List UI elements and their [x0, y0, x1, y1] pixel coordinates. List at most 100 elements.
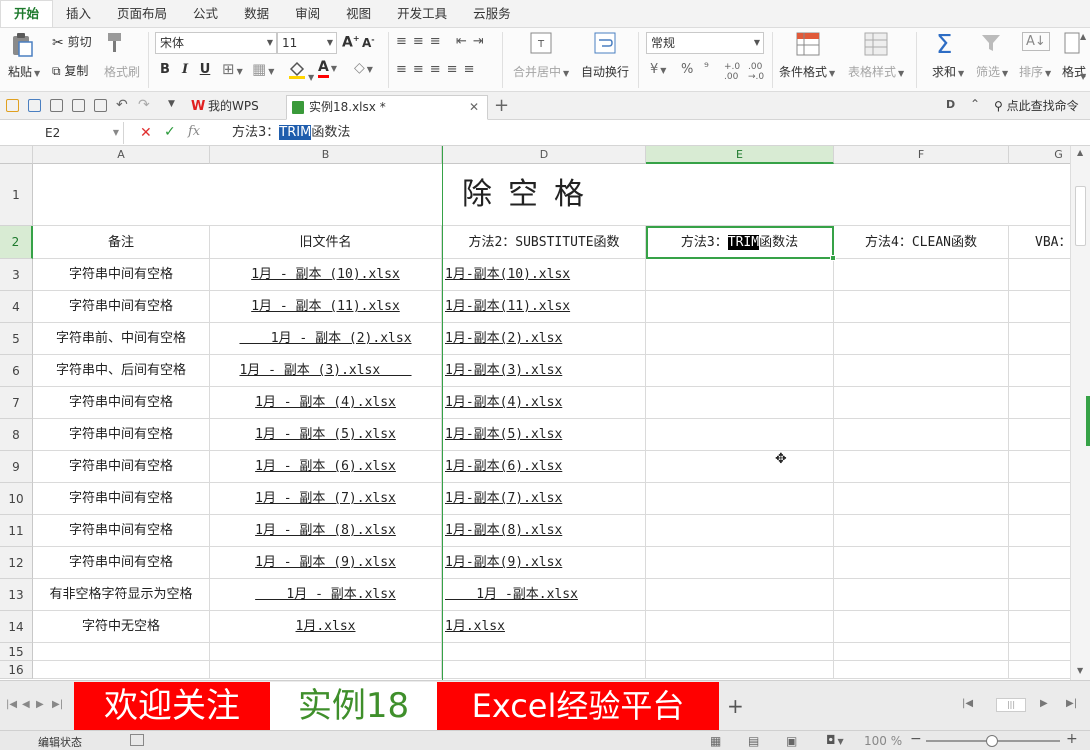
new-tab-icon[interactable]: +: [494, 95, 509, 116]
row-header[interactable]: 10: [0, 483, 33, 515]
cell-b[interactable]: 1月 - 副本 (3).xlsx: [210, 355, 442, 387]
increase-decimal-icon[interactable]: +.0.00: [724, 62, 740, 82]
cell-a[interactable]: 字符中无空格: [33, 611, 210, 643]
cell-b[interactable]: 1月 - 副本 (11).xlsx: [210, 291, 442, 323]
menu-tab-5[interactable]: 审阅: [282, 1, 333, 27]
header-cell-g[interactable]: VBA：: [1009, 226, 1070, 259]
column-header-e[interactable]: E: [646, 146, 834, 164]
currency-icon[interactable]: ¥ ▼: [650, 62, 666, 77]
paste-button[interactable]: [10, 32, 34, 58]
row-header[interactable]: 6: [0, 355, 33, 387]
ribbon-scroll-up-icon[interactable]: ▲: [1080, 32, 1086, 41]
next-sheet-icon[interactable]: ▶: [36, 699, 44, 710]
vertical-align-icons[interactable]: ≡≡≡: [396, 34, 447, 49]
cell-e[interactable]: [646, 387, 834, 419]
cell-f[interactable]: [834, 419, 1009, 451]
cell-d[interactable]: 1月-副本(6).xlsx: [443, 451, 646, 483]
bold-button[interactable]: B: [156, 62, 174, 77]
row-header[interactable]: 15: [0, 643, 33, 661]
cell-f[interactable]: [834, 355, 1009, 387]
cell-f[interactable]: [834, 387, 1009, 419]
fill-pattern-icon[interactable]: ▦ ▼: [252, 60, 274, 78]
save-icon[interactable]: [28, 99, 41, 112]
shrink-font-button[interactable]: A-: [362, 35, 375, 50]
cell-f[interactable]: [834, 515, 1009, 547]
print-icon[interactable]: [50, 99, 63, 112]
format-painter-button[interactable]: 格式刷: [104, 63, 140, 80]
expand-icon[interactable]: ⌃: [970, 97, 980, 111]
cell-d[interactable]: 1月-副本(5).xlsx: [443, 419, 646, 451]
underline-button[interactable]: U: [196, 62, 214, 77]
empty-cell[interactable]: [443, 661, 646, 679]
cell-b[interactable]: 1月 - 副本 (5).xlsx: [210, 419, 442, 451]
row-header[interactable]: 14: [0, 611, 33, 643]
cell-b[interactable]: 1月 - 副本 (8).xlsx: [210, 515, 442, 547]
sum-button[interactable]: 求和 ▼: [932, 63, 964, 80]
indent-icons[interactable]: ⇤⇥: [456, 34, 490, 49]
cell-b[interactable]: 1月 - 副本 (9).xlsx: [210, 547, 442, 579]
empty-cell[interactable]: [33, 643, 210, 661]
header-cell-b[interactable]: 旧文件名: [210, 226, 442, 259]
percent-button[interactable]: %: [681, 62, 693, 77]
sheet-tab-welcome[interactable]: 欢迎关注: [74, 682, 270, 730]
cell-a[interactable]: 字符串中间有空格: [33, 483, 210, 515]
undo-icon[interactable]: ↶: [116, 97, 128, 113]
cell-f[interactable]: [834, 611, 1009, 643]
conditional-format-button[interactable]: 条件格式 ▼: [779, 63, 835, 80]
cell-e[interactable]: [646, 483, 834, 515]
cell-a[interactable]: 字符串中间有空格: [33, 259, 210, 291]
print-preview-icon[interactable]: [94, 99, 107, 112]
reading-mode-icon[interactable]: ◘ ▼: [826, 733, 844, 747]
row-header[interactable]: 16: [0, 661, 33, 679]
cell-g[interactable]: [1009, 387, 1070, 419]
cell-e[interactable]: [646, 515, 834, 547]
cell-e[interactable]: [646, 451, 834, 483]
scroll-down-icon[interactable]: ▼: [1077, 666, 1083, 675]
first-sheet-icon[interactable]: |◀: [6, 699, 17, 710]
zoom-in-icon[interactable]: +: [1066, 731, 1078, 747]
cell-g[interactable]: [1009, 547, 1070, 579]
cell-b[interactable]: 1月 - 副本 (7).xlsx: [210, 483, 442, 515]
horizontal-scroll-thumb[interactable]: |||: [996, 698, 1026, 712]
cell-a[interactable]: 有非空格字符显示为空格: [33, 579, 210, 611]
find-command-button[interactable]: ⚲ 点此查找命令: [994, 97, 1079, 114]
cell-g[interactable]: [1009, 323, 1070, 355]
cell-a[interactable]: 字符串前、中间有空格: [33, 323, 210, 355]
cell-b[interactable]: 1月 - 副本.xlsx: [210, 579, 442, 611]
ribbon-scroll-down-icon[interactable]: ▼: [1080, 72, 1086, 81]
zoom-out-icon[interactable]: −: [910, 731, 922, 747]
menu-tab-7[interactable]: 开发工具: [384, 1, 460, 27]
confirm-icon[interactable]: ✓: [164, 124, 176, 140]
row-header[interactable]: 3: [0, 259, 33, 291]
menu-tab-0[interactable]: 开始: [0, 0, 54, 27]
last-sheet-icon[interactable]: ▶|: [52, 699, 63, 710]
row-header[interactable]: 13: [0, 579, 33, 611]
empty-cell[interactable]: [443, 643, 646, 661]
spreadsheet-grid[interactable]: A B D E F G 1 2 3 4 5 6 7 8 9 10 11 12 13 14 15 16 除空格 备注 旧文件名 方法…: [0, 146, 1070, 680]
row-header[interactable]: 9: [0, 451, 33, 483]
prev-sheet-icon[interactable]: ◀: [22, 699, 30, 710]
cell-f[interactable]: [834, 451, 1009, 483]
empty-cell[interactable]: [646, 661, 834, 679]
cell-e[interactable]: [646, 323, 834, 355]
column-header-d[interactable]: D: [443, 146, 646, 164]
fill-color-icon[interactable]: ▼: [288, 60, 314, 83]
empty-cell[interactable]: [33, 661, 210, 679]
comma-button[interactable]: ⁹: [704, 60, 709, 74]
row-header[interactable]: 8: [0, 419, 33, 451]
column-header-g[interactable]: G: [1009, 146, 1070, 164]
menu-tab-6[interactable]: 视图: [333, 1, 384, 27]
column-header-f[interactable]: F: [834, 146, 1009, 164]
empty-cell[interactable]: [646, 643, 834, 661]
cut-button[interactable]: ✂ 剪切: [52, 33, 92, 51]
column-header-b[interactable]: B: [210, 146, 442, 164]
cell-e[interactable]: [646, 355, 834, 387]
cell-g[interactable]: [1009, 291, 1070, 323]
vertical-scroll-thumb[interactable]: [1075, 186, 1086, 246]
page-break-view-icon[interactable]: ▣: [786, 734, 797, 748]
page-layout-view-icon[interactable]: ▤: [748, 734, 759, 748]
fill-handle[interactable]: [830, 255, 836, 261]
merge-center-button[interactable]: 合并居中 ▼: [513, 63, 569, 80]
cell-g[interactable]: [1009, 483, 1070, 515]
cell-f[interactable]: [834, 291, 1009, 323]
